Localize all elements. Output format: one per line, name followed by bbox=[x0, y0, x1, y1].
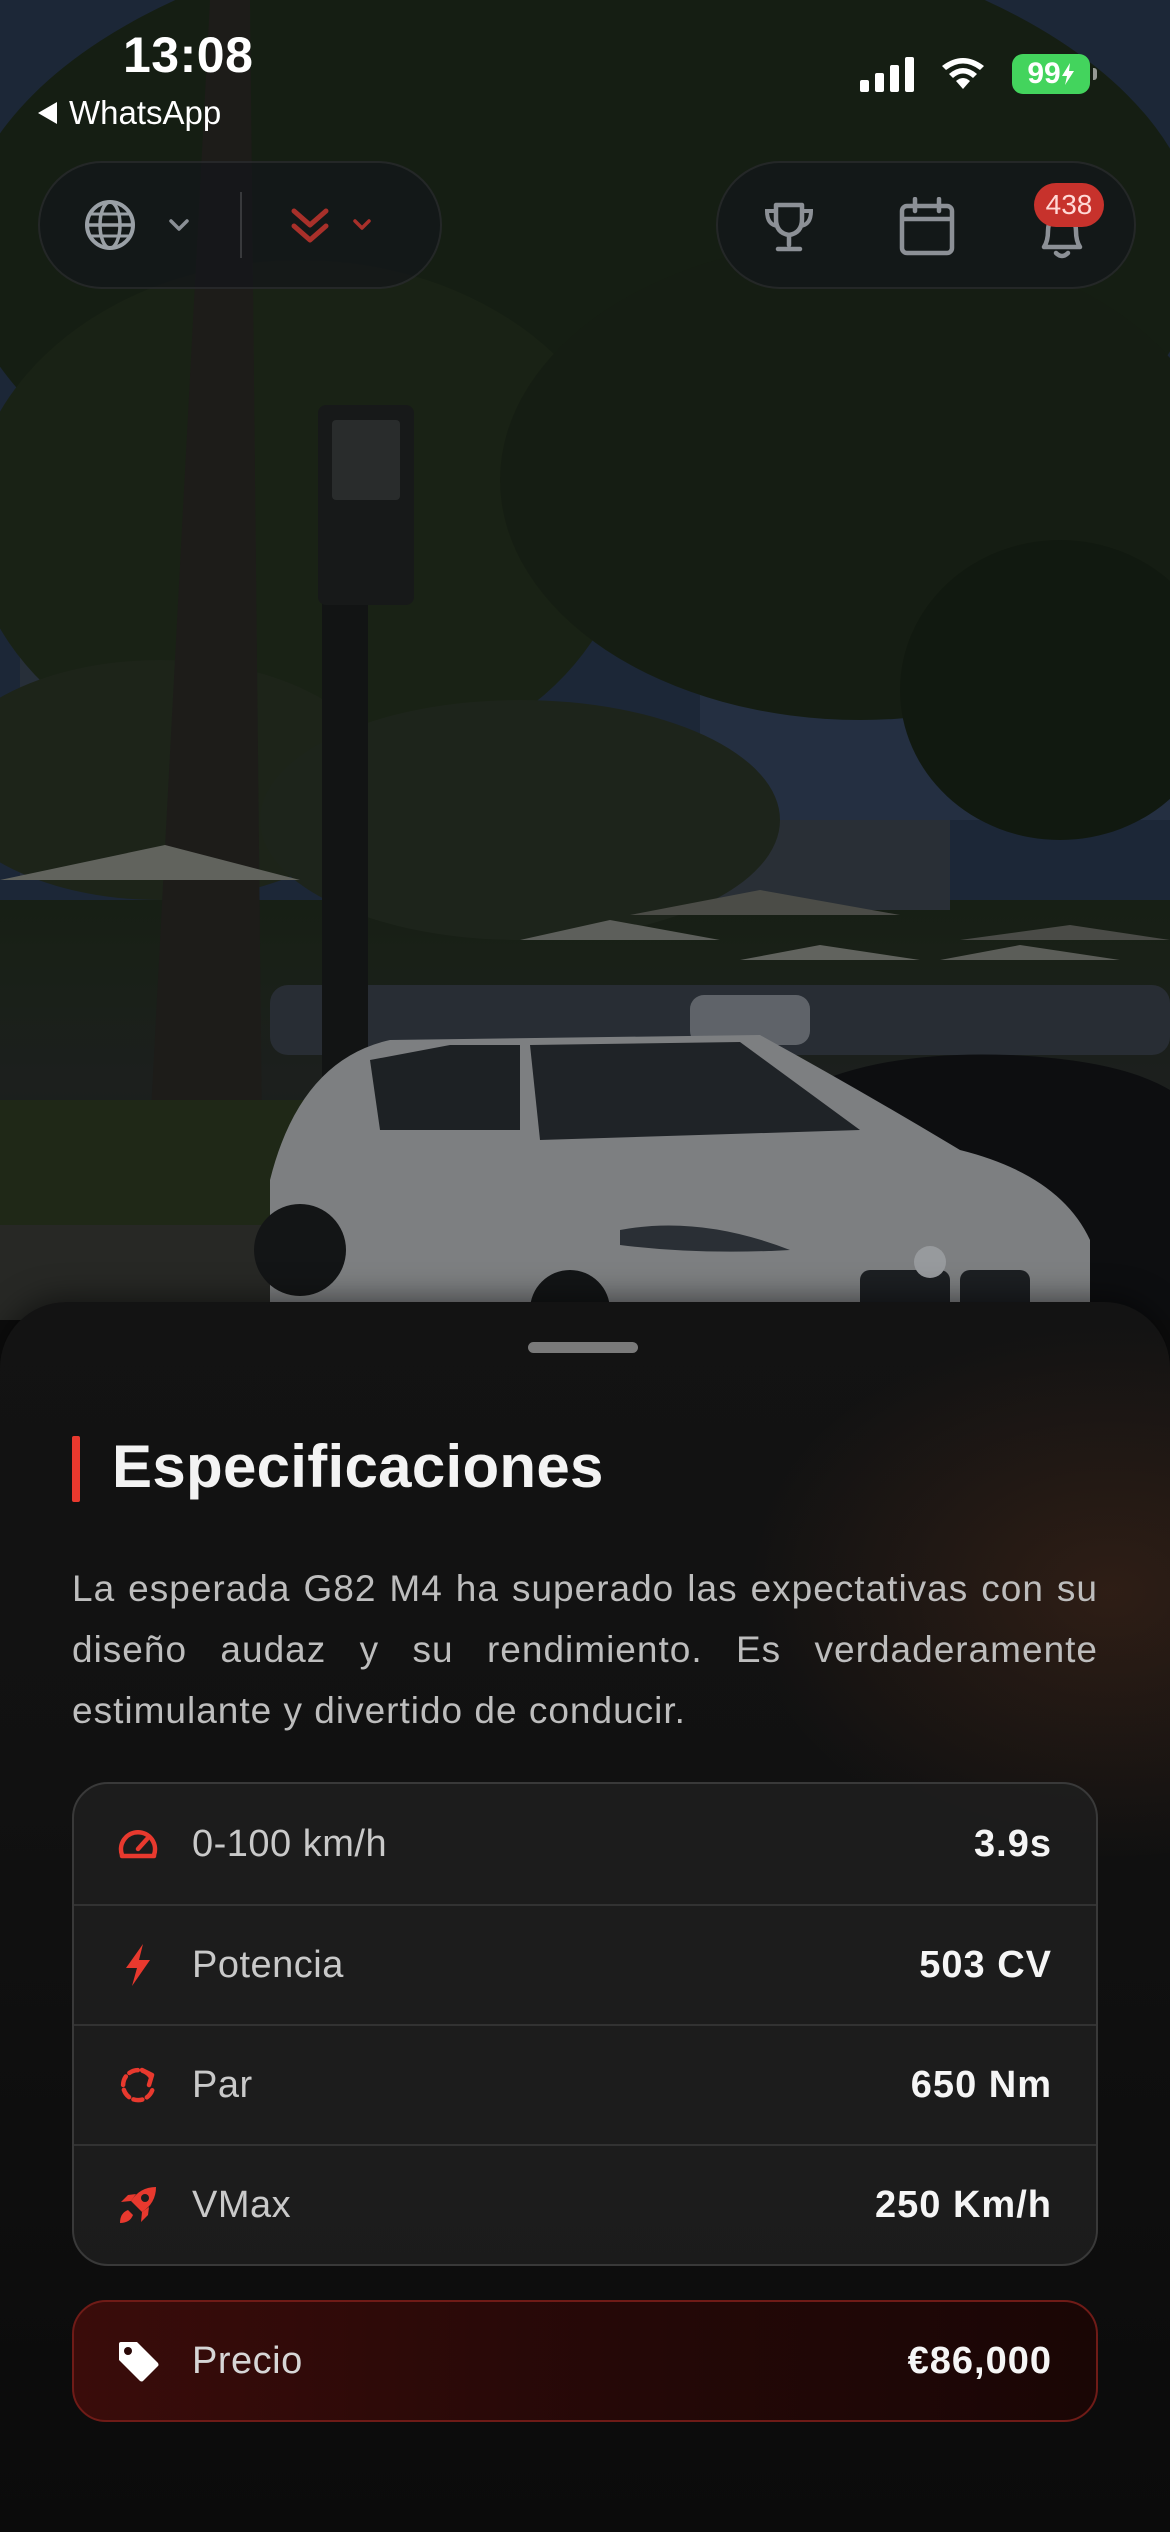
spec-value: 250 Km/h bbox=[875, 2183, 1052, 2226]
back-to-app[interactable]: WhatsApp bbox=[38, 94, 221, 132]
spec-row-top-speed: VMax 250 Km/h bbox=[74, 2144, 1096, 2264]
spec-label: Par bbox=[192, 2063, 253, 2106]
chevron-down-icon bbox=[169, 219, 189, 231]
spec-value: 3.9s bbox=[974, 1822, 1052, 1865]
notification-badge: 438 bbox=[1034, 183, 1104, 227]
charging-bolt-icon bbox=[1061, 63, 1074, 85]
title-accent-bar bbox=[72, 1436, 80, 1502]
rocket-icon bbox=[116, 2183, 160, 2227]
spec-row-acceleration: 0-100 km/h 3.9s bbox=[74, 1784, 1096, 1904]
status-time: 13:08 bbox=[123, 27, 254, 83]
sort-selector[interactable] bbox=[286, 201, 378, 249]
globe-icon bbox=[85, 200, 135, 250]
wifi-icon bbox=[942, 58, 984, 89]
sheet-grabber[interactable] bbox=[528, 1342, 638, 1353]
lightning-icon bbox=[116, 1943, 160, 1987]
chevron-double-down-icon bbox=[291, 208, 329, 243]
price-value: €86,000 bbox=[907, 2339, 1052, 2382]
spec-value: 503 CV bbox=[919, 1943, 1052, 1986]
spec-label: 0-100 km/h bbox=[192, 1822, 388, 1865]
chevron-down-icon bbox=[353, 219, 371, 230]
cellular-signal-icon bbox=[860, 56, 914, 92]
language-selector[interactable] bbox=[84, 199, 196, 251]
car-description: La esperada G82 M4 ha superado las expec… bbox=[72, 1568, 1098, 1731]
specs-table: 0-100 km/h 3.9s Potencia 503 CV Par 650 … bbox=[72, 1782, 1098, 2266]
back-app-label: WhatsApp bbox=[69, 94, 222, 131]
spec-value: 650 Nm bbox=[910, 2063, 1052, 2106]
specs-sheet: Especificaciones La esperada G82 M4 ha s… bbox=[0, 1302, 1170, 2532]
price-label: Precio bbox=[192, 2339, 303, 2382]
spec-row-power: Potencia 503 CV bbox=[74, 1904, 1096, 2024]
pill-divider bbox=[240, 192, 242, 258]
price-row[interactable]: Precio €86,000 bbox=[72, 2300, 1098, 2422]
speedometer-icon bbox=[116, 1822, 160, 1866]
tag-icon bbox=[116, 2339, 160, 2383]
spec-label: Potencia bbox=[192, 1943, 344, 1986]
filter-pill bbox=[38, 161, 442, 289]
status-indicators: 99 bbox=[860, 54, 1097, 94]
battery-level: 99 bbox=[1027, 57, 1061, 90]
sheet-title: Especificaciones bbox=[112, 1433, 604, 1500]
spec-label: VMax bbox=[192, 2183, 292, 2226]
rotate-icon bbox=[116, 2063, 160, 2107]
calendar-icon[interactable] bbox=[898, 197, 956, 257]
trophy-icon[interactable] bbox=[762, 199, 816, 255]
back-arrow-icon bbox=[38, 102, 57, 124]
spec-row-torque: Par 650 Nm bbox=[74, 2024, 1096, 2144]
battery-indicator: 99 bbox=[1012, 54, 1097, 94]
